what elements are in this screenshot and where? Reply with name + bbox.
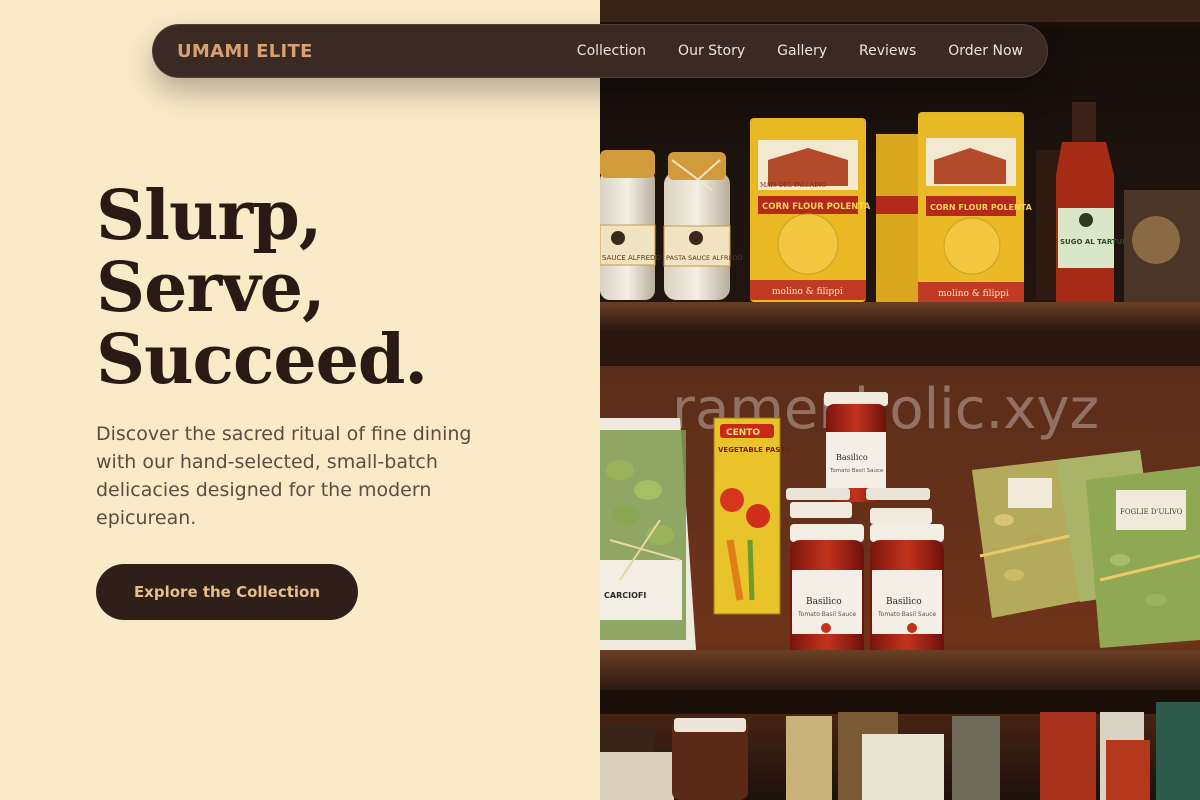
pasta-bag-label: FOGLIE D'ULIVO [1120, 508, 1183, 516]
sauce-label: Basilico [836, 453, 868, 462]
hero-title-line-1: Slurp, [96, 176, 322, 256]
hero-title-line-3: Succeed. [96, 320, 428, 400]
svg-text:Tomato Basil Sauce: Tomato Basil Sauce [877, 611, 937, 618]
polenta-label: CORN FLOUR POLENTA [762, 202, 871, 212]
hero-product-image: SAUCE ALFREDO PASTA SAUCE ALFREDO MAIS D… [600, 0, 1200, 800]
nav-links: Collection Our Story Gallery Reviews Ord… [545, 43, 1023, 59]
hero-description: Discover the sacred ritual of fine dinin… [96, 423, 472, 529]
top-navbar: UMAMI ELITE Collection Our Story Gallery… [152, 24, 1048, 78]
jar-2-label: PASTA SAUCE ALFREDO [666, 254, 743, 262]
hero-left-panel [0, 0, 600, 800]
nav-link-gallery[interactable]: Gallery [777, 43, 827, 59]
truffle-bottle-label: SUGO AL TARTUFO [1060, 238, 1133, 246]
sauce-sub-label: Tomato Basil Sauce [829, 468, 884, 474]
polenta-bag-1: MAIS DEL PALLADIO CORN FLOUR POLENTA mol… [750, 118, 871, 302]
nav-link-order-now[interactable]: Order Now [948, 43, 1023, 59]
polenta-bag-2: CORN FLOUR POLENTA molino & filippi [876, 112, 1033, 304]
nav-link-our-story[interactable]: Our Story [678, 43, 745, 59]
polenta-brand-label: MAIS DEL PALLADIO [760, 182, 826, 189]
cento-label: VEGETABLE PASTE [718, 446, 790, 454]
nav-link-collection[interactable]: Collection [577, 43, 646, 59]
hero-title-line-2: Serve, [96, 248, 326, 328]
svg-text:CORN FLOUR POLENTA: CORN FLOUR POLENTA [930, 203, 1033, 212]
nav-link-reviews[interactable]: Reviews [859, 43, 916, 59]
cracker-label: CARCIOFI [604, 591, 646, 600]
cento-box: CENTO VEGETABLE PASTE [713, 417, 790, 615]
explore-collection-button[interactable]: Explore the Collection [96, 564, 358, 620]
polenta-maker-label: molino & filippi [772, 287, 843, 297]
hero-title: Slurp, Serve, Succeed. [96, 176, 428, 400]
svg-text:Basilico: Basilico [886, 597, 922, 607]
svg-text:molino & filippi: molino & filippi [938, 289, 1009, 299]
brand-logo[interactable]: UMAMI ELITE [177, 41, 313, 62]
cento-brand-label: CENTO [726, 428, 760, 438]
svg-text:Basilico: Basilico [806, 597, 842, 607]
jar-1-label: SAUCE ALFREDO [602, 254, 661, 262]
svg-text:Tomato Basil Sauce: Tomato Basil Sauce [797, 611, 857, 618]
jar-1: SAUCE ALFREDO [600, 150, 661, 300]
cracker-box: CARCIOFI [600, 418, 696, 650]
